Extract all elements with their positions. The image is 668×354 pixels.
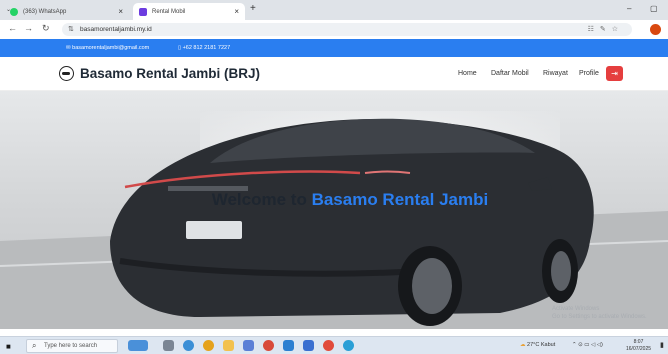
whatsapp-favicon-icon — [10, 7, 18, 16]
file-explorer-icon[interactable] — [223, 340, 234, 351]
hero-title-part2: Basamo Rental Jambi — [311, 190, 489, 209]
chrome-running-icon[interactable] — [323, 340, 334, 351]
browser-tab-strip: ⌄ (363) WhatsApp × Rental Mobil × + – ▢ — [0, 0, 668, 20]
weather-icon: ☁ — [520, 342, 526, 348]
edge-icon[interactable] — [183, 340, 194, 351]
mail-icon: ✉ — [66, 45, 71, 51]
nav-home[interactable]: Home — [458, 70, 477, 77]
forward-icon[interactable]: → — [24, 23, 33, 33]
close-tab-icon[interactable]: × — [234, 7, 239, 16]
contact-email[interactable]: ✉ basamorentaljambi@gmail.com — [66, 45, 149, 51]
contact-topbar: ✉ basamorentaljambi@gmail.com ▯ +62 812 … — [0, 39, 668, 57]
reload-icon[interactable]: ↻ — [42, 23, 50, 34]
contact-phone[interactable]: ▯ +62 812 2181 7227 — [178, 45, 230, 51]
notification-icon[interactable]: ▮ — [660, 341, 664, 349]
brand-title[interactable]: Basamo Rental Jambi (BRJ) — [80, 66, 260, 81]
site-navbar: Basamo Rental Jambi (BRJ) Home Daftar Mo… — [0, 57, 668, 91]
hero-title-part1: Welcome to — [211, 190, 312, 209]
address-bar-icons[interactable]: ☷✎☆ — [588, 25, 624, 33]
rental-favicon-icon — [139, 7, 147, 16]
system-tray-icons[interactable]: ⌃ ⊙ ▭ ◁ ◁) — [572, 342, 603, 348]
weather-widget[interactable]: ☁ 27°C Kabut — [520, 342, 555, 348]
maximize-icon[interactable]: ▢ — [650, 4, 658, 13]
taskbar-search[interactable]: ⌕ Type here to search — [26, 339, 118, 353]
app-icon[interactable] — [263, 340, 274, 351]
search-icon: ⌕ — [32, 341, 37, 350]
windows-taskbar: ■ ⌕ Type here to search ☁ 27°C Kabut ⌃ ⊙… — [0, 336, 668, 354]
browser-tab-whatsapp[interactable]: (363) WhatsApp × — [4, 3, 129, 20]
close-tab-icon[interactable]: × — [118, 7, 123, 16]
url-text[interactable]: basamorentaljambi.my.id — [80, 26, 152, 33]
nav-daftar-mobil[interactable]: Daftar Mobil — [491, 70, 529, 77]
browser-tab-rental-mobil[interactable]: Rental Mobil × — [133, 3, 245, 20]
browser2-icon[interactable] — [343, 340, 354, 351]
activation-watermark: Activate Windows Go to Settings to activ… — [552, 306, 647, 320]
windows-start-icon[interactable]: ■ — [6, 342, 11, 351]
task-view-icon[interactable] — [163, 340, 174, 351]
hero-title: Welcome to Basamo Rental Jambi — [160, 189, 540, 210]
car-image — [0, 118, 668, 329]
brand-logo-icon[interactable] — [59, 66, 74, 81]
store-icon[interactable] — [243, 340, 254, 351]
logout-button[interactable]: ⇥ — [606, 66, 623, 81]
site-info-icon[interactable]: ⇅ — [68, 25, 74, 33]
minimize-icon[interactable]: – — [627, 4, 631, 13]
browser-toolbar: ← → ↻ ⇅ basamorentaljambi.my.id ☷✎☆ — [0, 20, 668, 39]
new-tab-icon[interactable]: + — [250, 3, 256, 14]
widgets-icon[interactable] — [128, 340, 148, 351]
vscode-icon[interactable] — [283, 340, 294, 351]
taskbar-clock[interactable]: 8:07 16/07/2025 — [626, 339, 651, 353]
tab-title: (363) WhatsApp — [23, 8, 67, 15]
address-bar[interactable]: ⇅ basamorentaljambi.my.id ☷✎☆ — [62, 23, 632, 36]
chrome-icon[interactable] — [203, 340, 214, 351]
tab-title: Rental Mobil — [152, 8, 186, 15]
nav-riwayat[interactable]: Riwayat — [543, 70, 568, 77]
hero-banner: Welcome to Basamo Rental Jambi Activate … — [0, 91, 668, 329]
phone-icon: ▯ — [178, 45, 182, 51]
app2-icon[interactable] — [303, 340, 314, 351]
search-placeholder: Type here to search — [44, 343, 98, 349]
nav-profile[interactable]: Profile — [579, 70, 599, 77]
back-icon[interactable]: ← — [8, 23, 17, 33]
profile-avatar-icon[interactable] — [650, 24, 661, 35]
